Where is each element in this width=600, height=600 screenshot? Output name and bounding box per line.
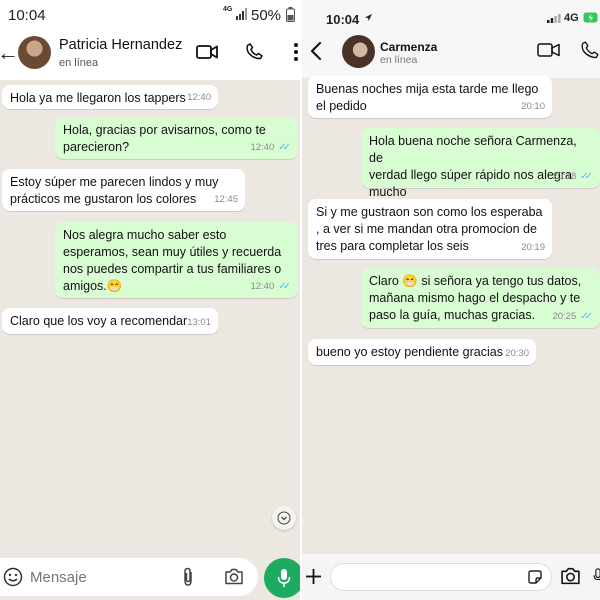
message-meta: 20:18 ✓✓ [552, 168, 593, 185]
message-input-bar [302, 554, 600, 600]
message-list: Hola ya me llegaron los tappers 12:40 Ho… [0, 80, 300, 554]
location-arrow-icon [364, 13, 373, 22]
plus-icon[interactable] [305, 568, 322, 585]
battery-icon [286, 7, 295, 22]
mic-icon [277, 569, 291, 587]
attach-icon[interactable] [181, 567, 195, 587]
message-bubble-incoming[interactable]: Claro que los voy a recomendar 13:01 [2, 308, 218, 334]
message-time: 20:25 [552, 311, 577, 322]
status-bar: 10:04 4G 50% [0, 0, 300, 30]
camera-icon[interactable] [560, 567, 581, 585]
battery-icon [583, 12, 598, 23]
contact-status: en línea [59, 57, 99, 69]
network-label: 4G [223, 6, 233, 13]
message-meta: 12:40 ✓✓ [250, 139, 291, 156]
status-time: 10:04 [8, 7, 46, 24]
message-list: Buenas noches mija esta tarde me llego e… [302, 76, 600, 554]
message-bubble-incoming[interactable]: Hola ya me llegaron los tappers 12:40 [2, 85, 218, 109]
message-time: 12:40 [187, 92, 211, 103]
message-meta: 20:10 [521, 98, 545, 115]
right-chat-screen: 10:04 4G Carmenza en línea Buenas noches… [302, 0, 600, 600]
message-time: 20:30 [505, 348, 529, 359]
contact-status: en línea [380, 54, 418, 66]
message-meta: 13:01 [187, 314, 211, 331]
read-ticks-icon: ✓✓ [278, 142, 291, 153]
message-time: 12:40 [250, 281, 275, 292]
message-meta: 20:25 ✓✓ [552, 308, 593, 325]
avatar[interactable] [18, 36, 51, 69]
message-bubble-outgoing[interactable]: Hola, gracias por avisarnos, como te par… [55, 117, 298, 159]
message-text: Hola buena noche señora Carmenza, de ver… [369, 134, 577, 199]
message-bubble-outgoing[interactable]: Claro 😁 si señora ya tengo tus datos, ma… [361, 268, 600, 328]
message-meta: 12:45 [214, 191, 238, 208]
read-ticks-icon: ✓✓ [580, 171, 593, 182]
message-time: 13:01 [187, 317, 211, 328]
message-bubble-outgoing[interactable]: Hola buena noche señora Carmenza, de ver… [361, 128, 600, 199]
status-bar: 10:04 4G [302, 0, 600, 34]
message-text: Hola ya me llegaron los tappers [10, 91, 186, 105]
message-input[interactable] [330, 563, 552, 591]
read-ticks-icon: ✓✓ [278, 281, 291, 292]
message-time: 20:18 [552, 171, 577, 182]
more-vert-icon[interactable] [293, 42, 299, 62]
message-time: 12:40 [250, 142, 275, 153]
message-time: 12:45 [214, 194, 238, 205]
contact-name[interactable]: Carmenza [380, 40, 437, 54]
read-ticks-icon: ✓✓ [580, 311, 593, 322]
back-arrow-icon[interactable] [310, 41, 322, 61]
signal-icon [547, 14, 561, 23]
chat-header: ← Patricia Hernandez en línea [0, 30, 300, 80]
battery-percent: 50% [251, 7, 282, 24]
message-bubble-incoming[interactable]: Si y me gustraon son como los esperaba ,… [308, 199, 552, 259]
message-text: Estoy súper me parecen lindos y muy prác… [10, 175, 219, 206]
message-text: Buenas noches mija esta tarde me llego e… [316, 82, 539, 113]
message-time: 20:10 [521, 101, 545, 112]
message-text: bueno yo estoy pendiente gracias [316, 345, 503, 359]
video-call-icon[interactable] [196, 44, 218, 60]
message-meta: 20:30 [505, 345, 529, 362]
contact-name[interactable]: Patricia Hernandez [59, 37, 182, 53]
message-meta: 20:19 [521, 239, 545, 256]
phone-icon[interactable] [580, 40, 600, 60]
signal-icon [236, 8, 247, 20]
message-meta: 12:40 [187, 89, 211, 106]
message-bubble-incoming[interactable]: Buenas noches mija esta tarde me llego e… [308, 76, 552, 118]
message-input-box[interactable] [0, 558, 258, 596]
left-chat-screen: 10:04 4G 50% ← Patricia Hernandez en lín… [0, 0, 300, 600]
camera-icon[interactable] [224, 568, 244, 585]
mic-button[interactable] [264, 558, 300, 598]
sticker-icon[interactable] [527, 569, 543, 585]
message-input-bar [0, 554, 300, 600]
message-meta: 12:40 ✓✓ [250, 278, 291, 295]
message-bubble-incoming[interactable]: bueno yo estoy pendiente gracias 20:30 [308, 339, 536, 365]
scroll-down-icon[interactable] [272, 506, 296, 530]
message-text: Si y me gustraon son como los esperaba ,… [316, 205, 543, 253]
message-text: Claro que los voy a recomendar [10, 314, 188, 328]
message-time: 20:19 [521, 242, 545, 253]
avatar[interactable] [342, 35, 375, 68]
mic-icon[interactable] [593, 565, 600, 587]
chat-header: Carmenza en línea [302, 34, 600, 78]
network-label: 4G [564, 12, 579, 24]
status-time: 10:04 [326, 12, 360, 27]
phone-icon[interactable] [245, 42, 264, 61]
video-call-icon[interactable] [537, 42, 560, 58]
message-bubble-outgoing[interactable]: Nos alegra mucho saber esto esperamos, s… [55, 222, 298, 298]
back-arrow-icon[interactable]: ← [0, 40, 19, 66]
message-bubble-incoming[interactable]: Estoy súper me parecen lindos y muy prác… [2, 169, 245, 211]
message-input[interactable] [30, 567, 170, 587]
emoji-icon[interactable] [3, 567, 23, 587]
